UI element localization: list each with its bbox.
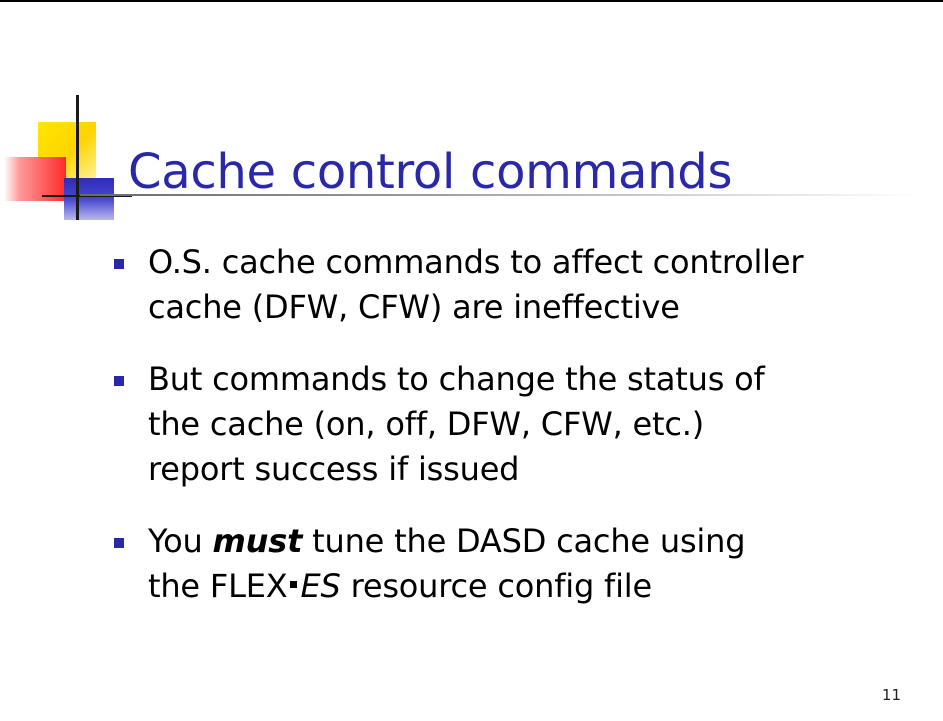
- top-rule: [0, 0, 943, 2]
- bullet-item: You must tune the DASD cache using the F…: [110, 519, 910, 609]
- crosshair-vertical-line: [76, 95, 79, 220]
- square-bullet-icon: [114, 538, 124, 548]
- square-bullet-icon: [114, 259, 124, 269]
- slide-number: 11: [881, 686, 901, 704]
- square-bullet-icon: [114, 376, 124, 386]
- square-separator-icon: [290, 580, 298, 588]
- italic-text: ES: [300, 567, 341, 605]
- bullet-line: O.S. cache commands to affect controller: [148, 243, 804, 281]
- bullet-line: the cache (on, off, DFW, CFW, etc.): [148, 405, 705, 443]
- bullet-line: But commands to change the status of: [148, 360, 765, 398]
- bullet-line: report success if issued: [148, 450, 520, 488]
- slide-title: Cache control commands: [128, 144, 733, 200]
- bullet-text: resource config file: [340, 567, 653, 605]
- bullet-text: the FLEX: [148, 567, 288, 605]
- bullet-text: You: [148, 522, 213, 560]
- blue-square-icon: [64, 178, 114, 220]
- bullet-line: cache (DFW, CFW) are ineffective: [148, 288, 680, 326]
- bullet-item: O.S. cache commands to affect controller…: [110, 240, 910, 330]
- emphasis-text: must: [212, 522, 303, 560]
- bullet-text: tune the DASD cache using: [302, 522, 746, 560]
- bullet-list: O.S. cache commands to affect controller…: [110, 240, 910, 636]
- bullet-item: But commands to change the status of the…: [110, 357, 910, 492]
